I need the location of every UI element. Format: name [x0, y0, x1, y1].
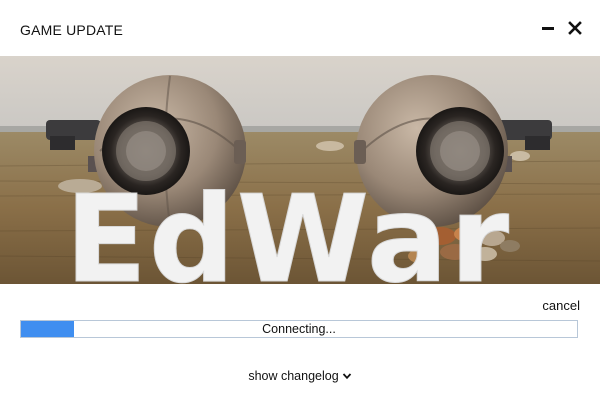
title-bar: GAME UPDATE — [0, 0, 600, 56]
cancel-link[interactable]: cancel — [542, 298, 580, 313]
banner-artwork: EdWar — [0, 56, 600, 284]
close-button[interactable] — [563, 16, 587, 40]
window-title: GAME UPDATE — [20, 22, 124, 38]
progress-status: Connecting... — [262, 322, 336, 336]
minimize-icon — [542, 27, 554, 30]
game-logo: EdWar — [65, 171, 511, 284]
progress-bar: Connecting... — [20, 320, 578, 338]
game-banner: EdWar — [0, 56, 600, 284]
show-changelog-button[interactable]: show changelog — [248, 369, 351, 383]
chevron-down-icon — [342, 373, 351, 380]
changelog-row: show changelog — [0, 369, 600, 383]
close-icon — [568, 21, 582, 35]
changelog-label: show changelog — [248, 369, 339, 383]
minimize-button[interactable] — [536, 16, 560, 40]
